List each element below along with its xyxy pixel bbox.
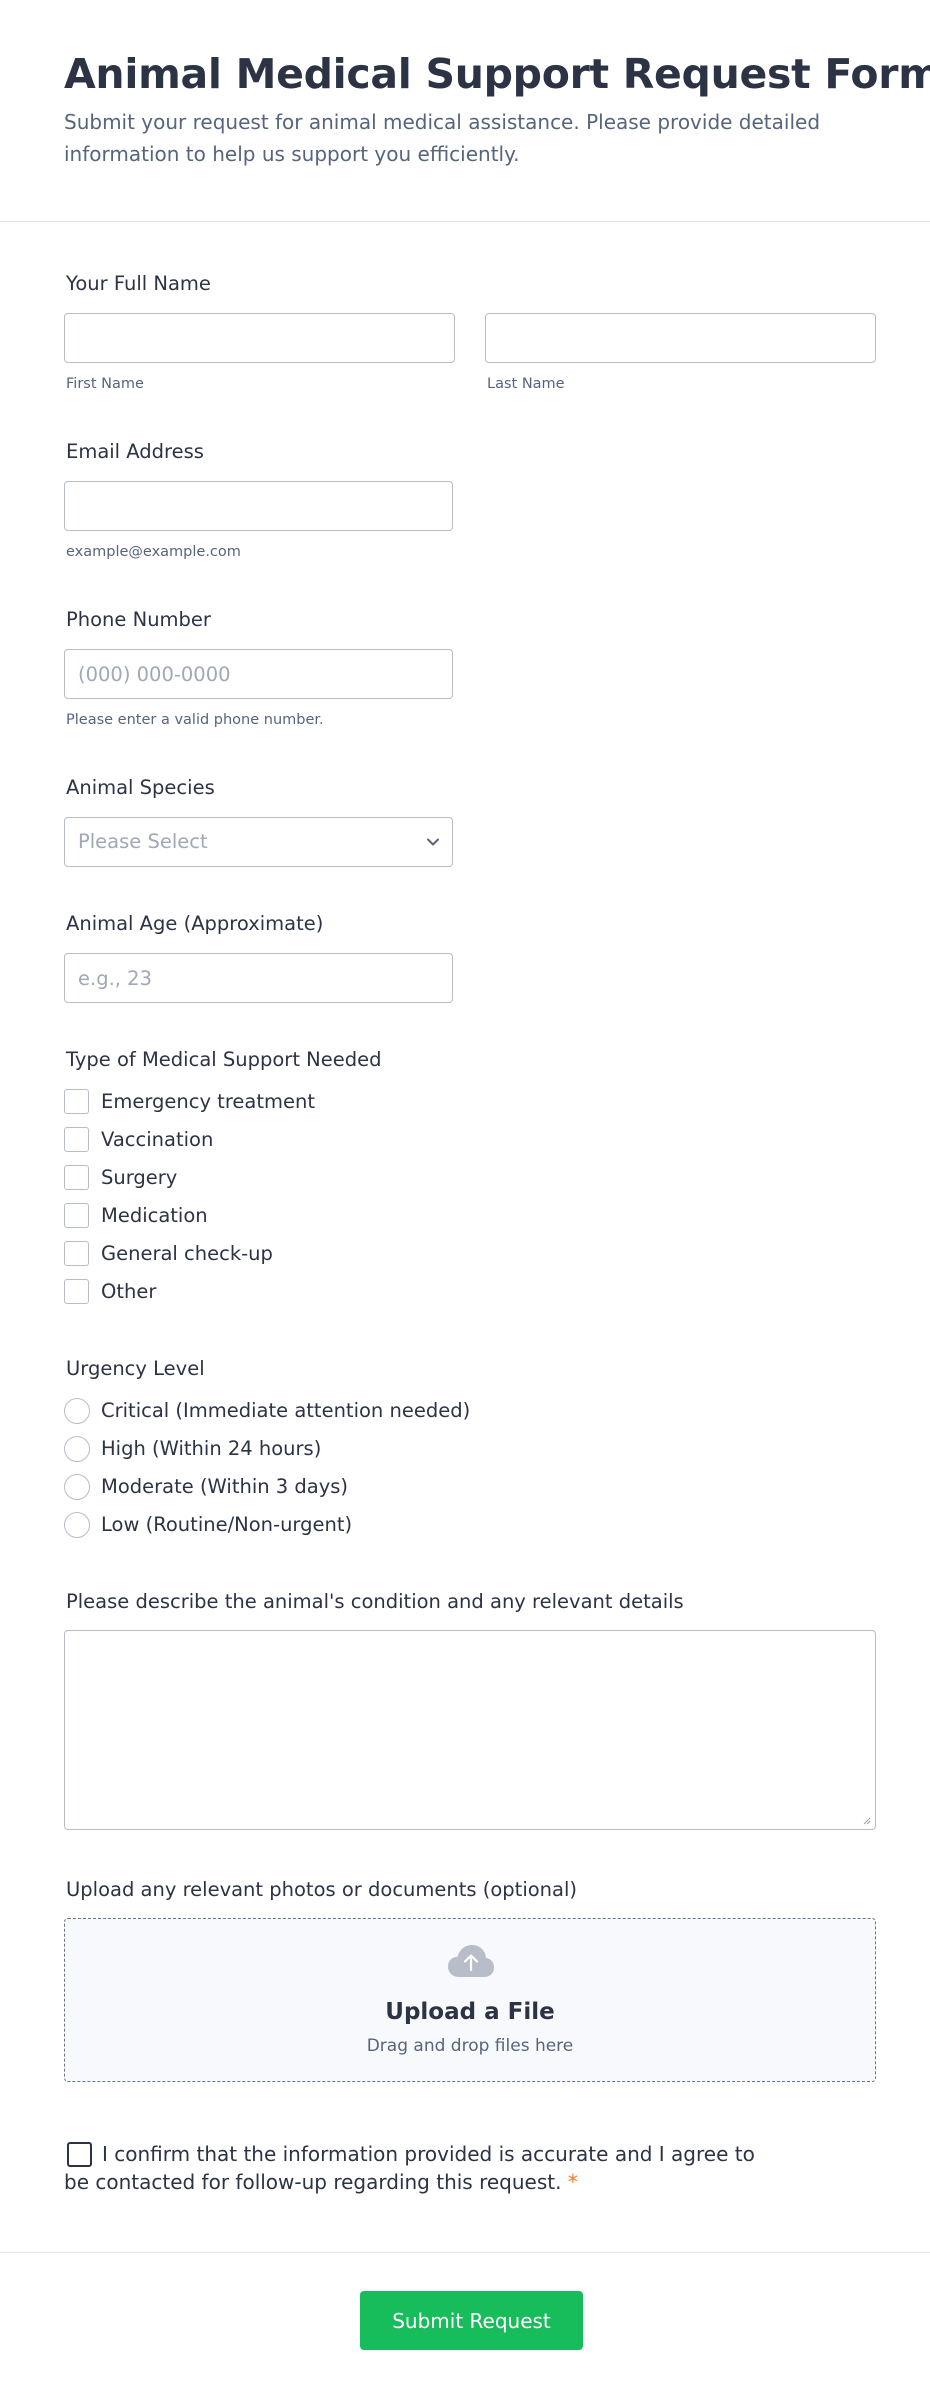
resize-handle-icon[interactable] <box>861 1815 871 1825</box>
email-field[interactable] <box>64 481 453 531</box>
radio-label: Critical (Immediate attention needed) <box>101 1399 471 1422</box>
description-label: Please describe the animal's condition a… <box>66 1590 684 1613</box>
file-upload-dropzone[interactable]: Upload a File Drag and drop files here <box>64 1918 876 2082</box>
upload-subtitle: Drag and drop files here <box>366 2036 574 2056</box>
checkbox-label: Vaccination <box>101 1128 214 1151</box>
required-asterisk: * <box>567 2170 578 2194</box>
checkbox[interactable] <box>64 1279 89 1304</box>
first-name-input[interactable] <box>64 313 455 363</box>
checkbox-label: Emergency treatment <box>101 1090 316 1113</box>
checkbox[interactable] <box>64 1089 89 1114</box>
first-name-sublabel: First Name <box>66 376 144 392</box>
checkbox[interactable] <box>64 1241 89 1266</box>
age-input[interactable] <box>64 953 453 1003</box>
description-textarea[interactable] <box>64 1630 876 1830</box>
form-header: Animal Medical Support Request Form Subm… <box>0 0 930 222</box>
page-subtitle: Submit your request for animal medical a… <box>64 110 821 166</box>
chevron-down-icon <box>427 838 439 846</box>
cloud-upload-icon <box>448 1945 494 1977</box>
checkbox[interactable] <box>64 1203 89 1228</box>
upload-title: Upload a File <box>385 1999 555 2025</box>
age-label: Animal Age (Approximate) <box>66 912 324 935</box>
email-label: Email Address <box>66 440 204 463</box>
full-name-label: Your Full Name <box>66 272 211 295</box>
radio-button[interactable] <box>64 1436 90 1462</box>
checkbox-label: General check-up <box>101 1242 273 1265</box>
radio-button[interactable] <box>64 1512 90 1538</box>
checkbox-label: Other <box>101 1280 157 1303</box>
last-name-sublabel: Last Name <box>487 376 565 392</box>
email-sublabel: example@example.com <box>66 544 241 560</box>
phone-sublabel: Please enter a valid phone number. <box>66 712 324 728</box>
phone-label: Phone Number <box>66 608 211 631</box>
checkbox-label: Medication <box>101 1204 208 1227</box>
radio-label: Moderate (Within 3 days) <box>101 1475 349 1498</box>
radio-button[interactable] <box>64 1398 90 1424</box>
species-select[interactable]: Please Select <box>64 817 453 867</box>
upload-label: Upload any relevant photos or documents … <box>66 1878 577 1901</box>
submit-button[interactable]: Submit Request <box>360 2291 583 2350</box>
radio-label: Low (Routine/Non-urgent) <box>101 1513 353 1536</box>
urgency-label: Urgency Level <box>66 1357 205 1380</box>
phone-input[interactable] <box>64 649 453 699</box>
checkbox[interactable] <box>64 1127 89 1152</box>
species-select-value: Please Select <box>78 830 208 853</box>
consent-label: I confirm that the information provided … <box>64 2142 755 2194</box>
last-name-input[interactable] <box>485 313 876 363</box>
page-title: Animal Medical Support Request Form <box>64 50 930 98</box>
radio-button[interactable] <box>64 1474 90 1500</box>
checkbox-label: Surgery <box>101 1166 178 1189</box>
consent-text: I confirm that the information provided … <box>64 2140 784 2196</box>
species-label: Animal Species <box>66 776 215 799</box>
checkbox[interactable] <box>64 1165 89 1190</box>
support-type-label: Type of Medical Support Needed <box>66 1048 382 1071</box>
radio-label: High (Within 24 hours) <box>101 1437 322 1460</box>
